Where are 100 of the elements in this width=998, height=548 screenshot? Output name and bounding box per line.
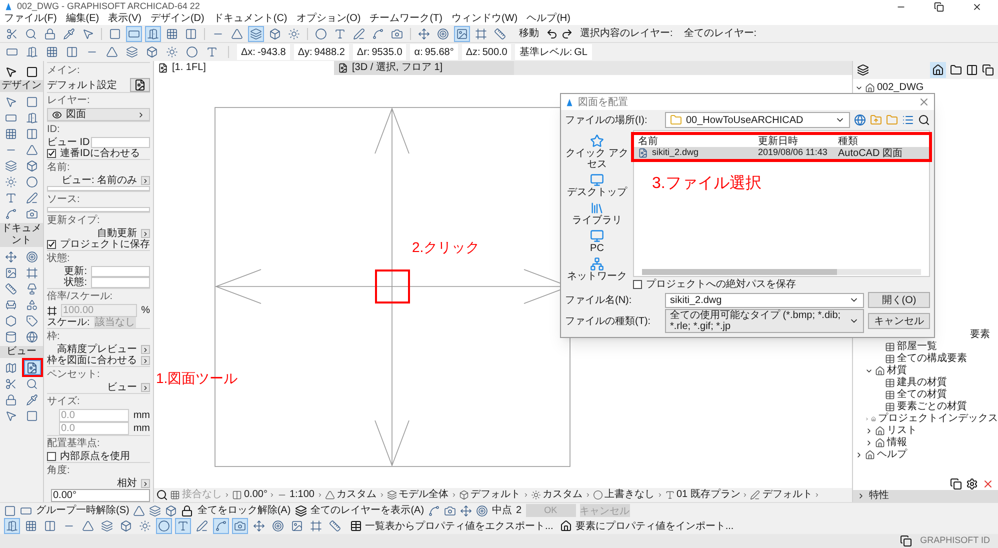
snap-value: 2 xyxy=(516,504,522,518)
field-label: スケール: xyxy=(47,317,90,328)
tree-item[interactable]: 全ての材質 xyxy=(897,389,947,401)
checkbox-label: プロジェクトへの絶対パスを保存 xyxy=(646,278,796,290)
field-label: 状態: xyxy=(63,277,87,288)
coordinate-value: GL xyxy=(574,46,588,60)
menu-item[interactable]: ドキュメント(C) xyxy=(213,13,288,25)
checkbox-label: 内部原点を使用 xyxy=(60,451,130,462)
menu-item[interactable]: ファイル(F) xyxy=(4,13,57,25)
input-field[interactable]: 0.00° xyxy=(51,489,150,502)
unit-label: mm xyxy=(133,410,150,421)
section-label: レイヤー: xyxy=(47,95,90,106)
field-label: ファイルの種類(T): xyxy=(565,314,652,328)
unit-label: mm xyxy=(133,423,150,434)
menu-label: ビュー xyxy=(107,382,137,393)
open-button[interactable]: 開く(O) xyxy=(868,292,930,308)
coordinate-label: Δz: xyxy=(466,46,480,60)
move-dropdown[interactable]: 移動 xyxy=(515,26,543,41)
menu-label: 枠を図面に合わせる xyxy=(47,355,137,366)
snap-label: 中点 xyxy=(492,504,512,518)
tree-item[interactable]: プロジェクトインデックス xyxy=(878,413,998,425)
section-label: 配置基準点: xyxy=(47,438,100,449)
menu-item[interactable]: デザイン(D) xyxy=(150,13,204,25)
checkbox-label: プロジェクトに保存 xyxy=(60,239,150,250)
place-item[interactable]: ライブラリ xyxy=(572,215,622,226)
toolbox-section-label: デザイン xyxy=(2,80,42,92)
view-tab[interactable]: [1. 1FL] xyxy=(154,61,334,75)
import-button[interactable]: 要素にプロパティ値をインポート... xyxy=(575,518,734,534)
tree-item[interactable]: 情報 xyxy=(887,437,907,449)
place-item[interactable]: デスクトップ xyxy=(567,187,627,198)
coordinate-value: 95.68° xyxy=(424,46,454,60)
status-dropdown[interactable]: デフォルト xyxy=(750,489,820,501)
place-item[interactable]: ネットワーク xyxy=(567,271,627,282)
show-layers-button[interactable]: 全てのレイヤーを表示(A) xyxy=(310,503,424,518)
status-dropdown[interactable]: モデル全体 xyxy=(386,489,456,501)
menu-item[interactable]: 編集(E) xyxy=(66,13,100,25)
menu-item[interactable]: ウィンドウ(W) xyxy=(451,13,518,25)
column-header[interactable]: 更新日時 xyxy=(754,134,834,148)
coordinate-label: Δy: xyxy=(298,46,312,60)
file-type: AutoCAD 図面 xyxy=(837,146,904,160)
coordinate-value: 9535.0 xyxy=(372,46,402,60)
field-label: ビュー ID xyxy=(47,137,87,148)
menu-item[interactable]: オプション(O) xyxy=(296,13,361,25)
section-label: 更新タイプ: xyxy=(47,215,100,226)
section-label: サイズ: xyxy=(47,396,80,407)
coordinate-label: 基準レベル: xyxy=(519,46,572,60)
account-label[interactable]: GRAPHISOFT ID xyxy=(920,534,990,548)
view-tab[interactable]: [3D / 選択, フロア 1] xyxy=(334,61,514,75)
tree-item[interactable]: 要素ごとの材質 xyxy=(897,401,967,413)
place-item[interactable]: クイック アクセス xyxy=(565,148,629,170)
status-dropdown[interactable]: カスタム xyxy=(324,489,384,501)
place-item[interactable]: PC xyxy=(590,243,604,254)
layer-label: 選択内容のレイヤー: xyxy=(580,26,673,41)
annotation-label: 1.図面ツール xyxy=(156,369,238,388)
filetype-dropdown[interactable]: 全ての使用可能なタイプ (*.bmp; *.dib; *.rle; *.gif; *.jp xyxy=(665,309,864,333)
section-label: メイン: xyxy=(47,65,80,76)
file-row[interactable]: sikiti_2.dwg 2019/08/06 11:43 AutoCAD 図面 xyxy=(634,147,929,159)
export-button[interactable]: 一覧表からプロパティ値をエクスポート... xyxy=(365,518,554,534)
coordinate-label: Δr: xyxy=(356,46,370,60)
status-dropdown[interactable]: カスタム xyxy=(530,489,590,501)
cancel-button[interactable]: キャンセル xyxy=(868,313,930,329)
unlock-all-button[interactable]: 全てをロック解除(A) xyxy=(197,503,291,518)
tree-item[interactable]: 002_DWG xyxy=(877,82,924,94)
status-dropdown[interactable]: 01 既存プラン xyxy=(664,489,748,501)
location-dropdown[interactable]: 00_HowToUseARCHICAD xyxy=(665,112,850,128)
status-dropdown[interactable]: 1:100 xyxy=(277,489,322,501)
menu-item[interactable]: 表示(V) xyxy=(108,13,142,25)
annotation-label: 3.ファイル選択 xyxy=(652,174,762,194)
field-label: ファイル名(N): xyxy=(565,294,633,308)
tree-item[interactable]: 材質 xyxy=(887,365,907,377)
section-label: 状態: xyxy=(47,253,70,264)
tree-item[interactable]: ヘルプ xyxy=(877,449,907,461)
tree-item[interactable]: 要素 xyxy=(970,329,990,341)
section-label: ソース: xyxy=(47,194,80,205)
ungroup-button[interactable]: グループ一時解除(S) xyxy=(36,503,130,518)
coordinate-value: -943.8 xyxy=(257,46,286,60)
tree-item[interactable]: 部屋一覧 xyxy=(897,341,937,353)
window-title: 002_DWG - GRAPHISOFT ARCHICAD-64 22 xyxy=(17,0,200,12)
status-dropdown[interactable]: 上書きなし xyxy=(592,489,662,501)
menu-item[interactable]: チームワーク(T) xyxy=(370,13,442,25)
tree-item[interactable]: リスト xyxy=(887,425,917,437)
unit-label: % xyxy=(141,305,150,316)
coordinate-value: 500.0 xyxy=(482,46,508,60)
tree-item[interactable]: 全ての構成要素 xyxy=(897,353,967,365)
status-dropdown[interactable]: 0.00° xyxy=(232,489,276,501)
section-label: ペンセット: xyxy=(47,369,100,380)
column-header[interactable]: 名前 xyxy=(634,134,754,148)
menu-label: 相対 xyxy=(117,478,137,489)
file-date: 2019/08/06 11:43 xyxy=(757,146,828,160)
menu-item[interactable]: ヘルプ(H) xyxy=(526,13,570,25)
status-dropdown[interactable]: デフォルト xyxy=(458,489,528,501)
toolbox-section-label: ドキュメント xyxy=(0,223,42,247)
column-header[interactable]: 種類 xyxy=(834,134,914,148)
setting-label: デフォルト設定 xyxy=(47,80,117,90)
section-label: 名前: xyxy=(47,162,70,173)
tree-item[interactable]: 建具の材質 xyxy=(897,377,947,389)
layer-dropdown[interactable]: 図面 xyxy=(47,108,150,121)
panel-title: 特性 xyxy=(869,490,889,502)
coordinate-label: Δx: xyxy=(241,46,256,60)
filename-field[interactable]: sikiti_2.dwg xyxy=(665,292,864,308)
